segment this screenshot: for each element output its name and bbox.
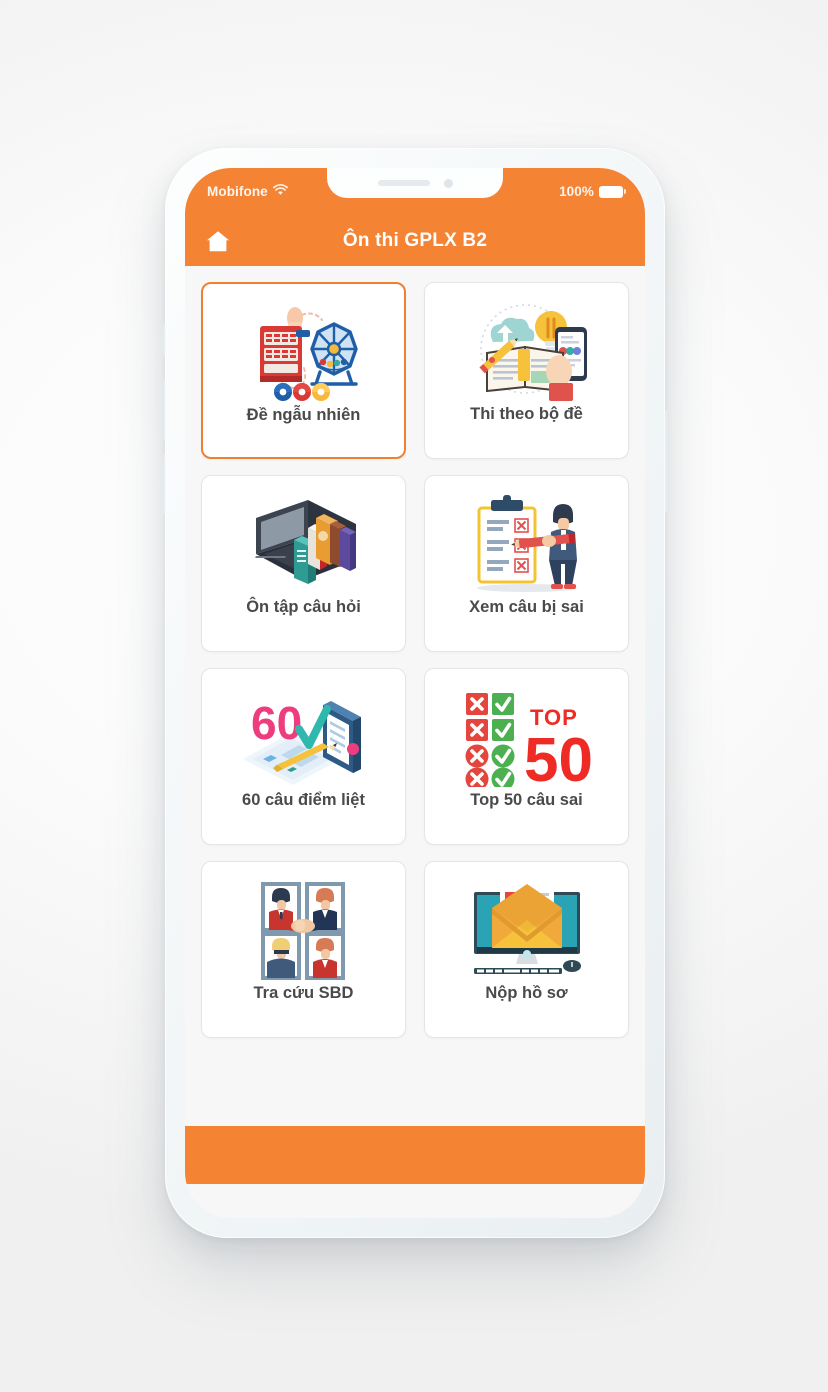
clipboard-person-icon <box>457 492 597 596</box>
tile-on-tap-cau-hoi[interactable]: Ôn tập câu hỏi <box>201 475 406 652</box>
main-content: Đề ngẫu nhiên Thi theo bộ đề Ôn tập câu … <box>185 266 645 1184</box>
earpiece-speaker-icon <box>377 180 430 186</box>
power-button[interactable] <box>664 410 668 512</box>
tile-label: 60 câu điểm liệt <box>242 791 365 809</box>
tile-label: Thi theo bộ đề <box>470 405 583 423</box>
book-lightbulb-icon <box>457 299 597 403</box>
status-bar: Mobifone 100% <box>185 168 645 216</box>
bottom-orange-bar <box>185 1126 645 1184</box>
tile-top-50-cau-sai[interactable]: TOP 50 Top 50 câu sai <box>424 668 629 845</box>
laptop-books-icon <box>234 492 374 596</box>
tile-xem-cau-bi-sai[interactable]: Xem câu bị sai <box>424 475 629 652</box>
sixty-checklist-icon: 60 <box>234 685 374 789</box>
tile-tra-cuu-sbd[interactable]: Tra cứu SBD <box>201 861 406 1038</box>
battery-percent-label: 100% <box>559 184 594 199</box>
volume-down-button[interactable] <box>162 454 166 514</box>
lottery-wheel-icon <box>234 300 374 404</box>
tile-60-cau-diem-liet[interactable]: 60 60 câu điểm liệt <box>201 668 406 845</box>
status-bar-left: Mobifone <box>207 184 288 199</box>
page-title: Ôn thi GPLX B2 <box>342 230 488 251</box>
phone-screen: Mobifone 100% Ôn thi GPLX B2 Đề ngẫu nhi… <box>185 168 645 1218</box>
phone-frame: Mobifone 100% Ôn thi GPLX B2 Đề ngẫu nhi… <box>162 148 668 1238</box>
monitor-envelope-icon <box>457 878 597 982</box>
people-portraits-icon <box>234 878 374 982</box>
carrier-label: Mobifone <box>207 184 268 199</box>
tile-thi-theo-bo-de[interactable]: Thi theo bộ đề <box>424 282 629 459</box>
menu-tile-grid: Đề ngẫu nhiên Thi theo bộ đề Ôn tập câu … <box>185 266 645 1038</box>
tile-label: Xem câu bị sai <box>469 598 584 616</box>
wifi-icon <box>272 184 288 199</box>
phone-notch <box>327 168 503 198</box>
tile-label: Ôn tập câu hỏi <box>246 598 361 616</box>
svg-text:60: 60 <box>251 697 302 749</box>
silent-switch-button[interactable] <box>162 324 166 356</box>
tile-label: Nộp hồ sơ <box>485 984 568 1002</box>
tile-label: Top 50 câu sai <box>470 791 583 809</box>
battery-full-icon <box>599 185 626 198</box>
app-bar: Ôn thi GPLX B2 <box>185 216 645 266</box>
volume-up-button[interactable] <box>162 380 166 440</box>
tile-label: Tra cứu SBD <box>253 984 354 1002</box>
svg-text:50: 50 <box>524 726 593 787</box>
tile-label: Đề ngẫu nhiên <box>246 406 361 424</box>
home-icon[interactable] <box>205 229 231 253</box>
tile-nop-ho-so[interactable]: Nộp hồ sơ <box>424 861 629 1038</box>
front-camera-icon <box>443 178 453 188</box>
top50-checkmarks-icon: TOP 50 <box>457 685 597 789</box>
status-bar-right: 100% <box>559 184 626 199</box>
tile-de-ngau-nhien[interactable]: Đề ngẫu nhiên <box>201 282 406 459</box>
